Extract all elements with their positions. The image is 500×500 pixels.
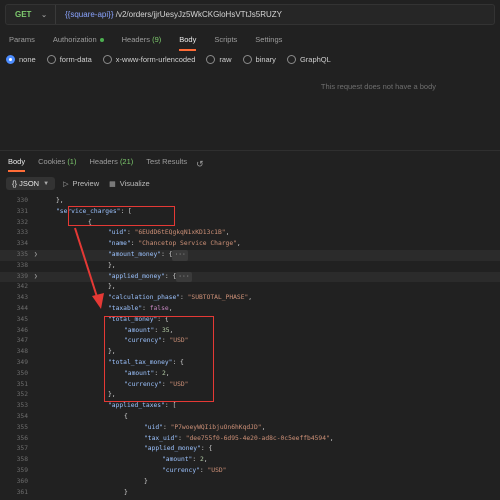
code-line-collapsed[interactable]: 335 ❯ "amount_money": {··· xyxy=(0,250,500,261)
radio[interactable] xyxy=(206,55,216,64)
code-line: 360} xyxy=(16,477,148,485)
json-viewer[interactable]: 330}, 331 "service_charges": [ 332{ 333 "u… xyxy=(0,192,500,500)
request-tabs: Params Authorization Headers (9) Body Sc… xyxy=(0,33,500,51)
visualize-button[interactable]: ▦ Visualize xyxy=(109,179,150,188)
url-bar: GET ⌄ {{square-api}} /v2/orders/jjrUesyJ… xyxy=(5,4,495,25)
code-line: 358 "amount": 2, xyxy=(16,456,208,464)
code-line: 352}, xyxy=(16,391,116,399)
radio-selected[interactable] xyxy=(6,55,15,64)
tab-settings[interactable]: Settings xyxy=(246,33,291,51)
code-line-collapsed[interactable]: 339 ❯ "applied_money": {··· xyxy=(0,271,500,283)
status-dot xyxy=(99,38,104,43)
code-line: 356 "tax_uid": "dee755f0-6d95-4e20-ad8c-0… xyxy=(16,434,334,442)
expand-arrow-icon[interactable]: ❯ xyxy=(34,250,38,261)
code-line: 361} xyxy=(16,488,128,496)
tab-cookies[interactable]: Cookies (1) xyxy=(30,156,81,172)
radio[interactable] xyxy=(46,55,56,64)
code-line: 354{ xyxy=(16,413,128,420)
tab-body[interactable]: Body xyxy=(170,33,205,51)
preview-button[interactable]: ▷ Preview xyxy=(63,179,99,188)
code-line: 344 "taxable": false, xyxy=(16,305,173,312)
chevron-down-icon: ▼ xyxy=(43,180,50,187)
response-tabs: Body Cookies (1) Headers (21) Test Resul… xyxy=(0,156,204,172)
chevron-down-icon: ⌄ xyxy=(41,12,47,19)
highlight-box-totals xyxy=(104,316,214,402)
tab-response-headers[interactable]: Headers (21) xyxy=(81,156,138,172)
tab-test-results[interactable]: Test Results xyxy=(138,156,192,172)
code-line: 351 "currency": "USD" xyxy=(16,380,189,388)
braces-icon: {} xyxy=(12,179,20,188)
code-line: 333 "uid": "6EUdD6tEQgkqN1xKD13c1B", xyxy=(16,229,230,237)
method-label: GET xyxy=(15,10,32,19)
body-type-graphql[interactable]: GraphQL xyxy=(286,55,331,64)
code-line: 345 "total_money": { xyxy=(16,315,169,323)
body-type-raw[interactable]: raw xyxy=(206,55,232,64)
code-line: 349 "total_tax_money": { xyxy=(16,359,184,366)
body-type-binary[interactable]: binary xyxy=(242,55,276,64)
history-icon[interactable]: ↺ xyxy=(196,159,204,170)
url-path: /v2/orders/jjrUesyJz5WkCKGloHsVTtJs5RUZY xyxy=(115,10,282,19)
body-type-options: none form-data x-www-form-urlencoded raw… xyxy=(6,55,342,64)
code-line: 342}, xyxy=(16,283,116,291)
format-select[interactable]: {} JSON ▼ xyxy=(6,177,56,190)
body-type-none[interactable]: none xyxy=(6,55,36,64)
image-icon: ▦ xyxy=(109,180,116,188)
code-line: 346 "amount": 35, xyxy=(16,326,174,334)
tab-scripts[interactable]: Scripts xyxy=(205,33,246,51)
code-line: 334 "name": "Chancetop Service Charge", xyxy=(16,240,241,248)
code-line: 353 "applied_taxes": [ xyxy=(16,402,177,410)
code-line: 357 "applied_money": { xyxy=(16,445,213,453)
headers-count: (9) xyxy=(152,35,162,44)
body-type-urlencoded[interactable]: x-www-form-urlencoded xyxy=(102,55,195,64)
code-line: 343 "calculation_phase": "SUBTOTAL_PHASE"… xyxy=(16,294,253,302)
url-input[interactable]: {{square-api}} /v2/orders/jjrUesyJz5WkCK… xyxy=(56,10,282,19)
pane-divider[interactable] xyxy=(0,150,500,151)
body-type-form-data[interactable]: form-data xyxy=(46,55,92,64)
fold-ellipsis: ··· xyxy=(172,250,188,261)
tab-params[interactable]: Params xyxy=(0,33,44,51)
radio[interactable] xyxy=(242,55,252,64)
code-line: 348}, xyxy=(16,348,116,356)
code-line: 338}, xyxy=(16,261,116,269)
method-select[interactable]: GET ⌄ xyxy=(6,5,56,24)
code-line: 350 "amount": 2, xyxy=(16,369,170,377)
response-toolbar: {} JSON ▼ ▷ Preview ▦ Visualize xyxy=(6,177,160,190)
expand-arrow-icon[interactable]: ❯ xyxy=(34,272,38,283)
play-icon: ▷ xyxy=(63,180,69,188)
highlight-box-service-charges xyxy=(68,206,175,226)
code-line: 347 "currency": "USD" xyxy=(16,337,189,345)
tab-headers[interactable]: Headers (9) xyxy=(113,33,171,51)
tab-response-body[interactable]: Body xyxy=(0,156,30,172)
fold-ellipsis: ··· xyxy=(176,271,192,283)
code-line: 359 "currency": "USD" xyxy=(16,467,227,474)
radio[interactable] xyxy=(286,55,296,64)
tab-authorization[interactable]: Authorization xyxy=(44,33,113,51)
url-variable: {{square-api}} xyxy=(65,10,114,19)
code-line: 355 "uid": "P7woeyWQIibjuOn6hKqdJD", xyxy=(16,423,266,431)
radio[interactable] xyxy=(102,55,112,64)
no-body-message: This request does not have a body xyxy=(320,82,436,91)
